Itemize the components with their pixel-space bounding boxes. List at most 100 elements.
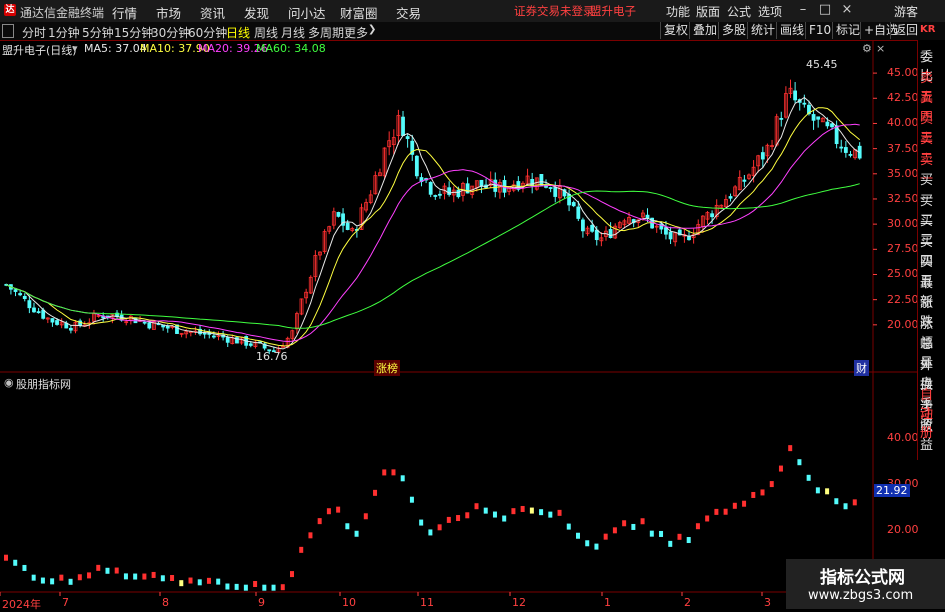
tool-mark[interactable]: 标记	[832, 22, 863, 39]
indicator-block	[843, 503, 848, 510]
toggle-panel-icon[interactable]	[2, 24, 14, 38]
candle-body	[401, 116, 405, 136]
indicator-block	[548, 511, 553, 518]
candle-body	[710, 213, 714, 218]
menu-quotes[interactable]: 行情	[112, 3, 137, 22]
chart-close-icon[interactable]: ×	[876, 42, 885, 55]
indicator-block	[825, 488, 830, 495]
menu-wealth[interactable]: 财富圈	[340, 3, 378, 22]
indicator-block	[456, 515, 461, 522]
indicator-block	[852, 499, 857, 506]
xaxis-tick-label: 2024年	[2, 598, 41, 611]
menu-ask[interactable]: 问小达	[288, 3, 326, 22]
candle-body	[27, 300, 32, 309]
menu-news[interactable]: 资讯	[200, 3, 225, 22]
tool-adjust[interactable]: 复权	[660, 22, 691, 39]
current-value-label: 21.92	[874, 484, 910, 497]
tool-overlay[interactable]: 叠加	[689, 22, 720, 39]
menu-trade[interactable]: 交易	[396, 3, 421, 22]
period-daily[interactable]: 日线	[226, 24, 250, 41]
kline-chart[interactable]	[0, 40, 945, 609]
login-notice[interactable]: 证券交易未登录	[514, 3, 595, 19]
ma-line	[6, 107, 861, 347]
more-chevron-icon[interactable]: ❯	[368, 24, 376, 35]
main-ytick-label: 42.50	[887, 91, 919, 105]
tool-draw[interactable]: 画线	[776, 22, 807, 39]
main-ytick-label: 35.00	[887, 166, 919, 180]
indicator-block	[345, 523, 350, 530]
period-multi[interactable]: 多周期	[308, 24, 344, 41]
indicator-block	[677, 533, 682, 540]
indicator-block	[253, 581, 258, 588]
indicator-block	[760, 489, 765, 496]
ma-line	[6, 123, 860, 343]
candle-body	[493, 179, 498, 192]
tool-back[interactable]: 返回	[890, 22, 921, 39]
indicator-block	[797, 459, 802, 466]
candle-body	[608, 229, 613, 238]
indicator-block	[96, 564, 101, 571]
close-icon[interactable]: ×	[838, 2, 856, 18]
candle-body	[32, 307, 36, 313]
period-15min[interactable]: 15分钟	[114, 24, 153, 41]
watermark: 指标公式网 www.zbgs3.com	[786, 559, 945, 609]
candle-body	[687, 235, 691, 241]
menu-formula[interactable]: 公式	[727, 3, 751, 20]
period-1min[interactable]: 1分钟	[48, 24, 80, 41]
indicator-block	[290, 571, 294, 578]
tool-f10[interactable]: F10	[805, 22, 834, 39]
period-weekly[interactable]: 周线	[254, 24, 278, 41]
maximize-icon[interactable]: □	[816, 2, 834, 18]
indicator-block	[197, 579, 202, 586]
indicator-block	[234, 583, 239, 590]
sub-chart-title: 股朋指标网	[16, 378, 71, 391]
tool-multi[interactable]: 多股	[718, 22, 749, 39]
sub-legend-icon[interactable]: ◉	[4, 376, 14, 389]
indicator-block	[622, 520, 627, 527]
minimize-icon[interactable]: –	[794, 2, 812, 18]
menu-options[interactable]: 选项	[758, 3, 782, 20]
indicator-block	[409, 496, 414, 503]
xaxis-tick-label: 2	[684, 596, 691, 609]
candle-body	[645, 214, 650, 219]
indicator-block	[50, 578, 55, 585]
period-intraday[interactable]: 分时	[22, 24, 46, 41]
candle-body	[516, 181, 521, 190]
rank-badge[interactable]: 涨榜	[374, 360, 400, 376]
candle-body	[553, 187, 558, 197]
menu-function[interactable]: 功能	[666, 3, 690, 20]
indicator-block	[695, 523, 700, 530]
period-60min[interactable]: 60分钟	[188, 24, 227, 41]
period-monthly[interactable]: 月线	[281, 24, 305, 41]
period-more[interactable]: 更多	[344, 24, 368, 41]
menu-discover[interactable]: 发现	[244, 3, 269, 22]
candle-body	[225, 337, 230, 343]
candle-body	[68, 327, 73, 331]
menu-market[interactable]: 市场	[156, 3, 181, 22]
settings-gear-icon[interactable]: ⚙	[862, 42, 872, 55]
indicator-block	[529, 507, 534, 514]
sub-ytick-label: 40.00	[887, 430, 919, 444]
indicator-block	[778, 465, 783, 472]
legend-toggle-icon[interactable]: ▾	[72, 42, 78, 55]
menu-layout[interactable]: 版面	[696, 3, 720, 20]
candle-body	[581, 219, 585, 232]
period-5min[interactable]: 5分钟	[82, 24, 114, 41]
low-price-label: 16.76	[256, 350, 288, 363]
main-ytick-label: 40.00	[887, 116, 919, 130]
panel-bottom-item[interactable]: 注册	[920, 403, 945, 441]
finance-badge[interactable]: 财	[854, 360, 869, 376]
indicator-block	[640, 518, 645, 525]
period-30min[interactable]: 30分钟	[151, 24, 190, 41]
indicator-block	[428, 529, 433, 536]
candle-body	[848, 154, 853, 156]
candle-body	[433, 195, 438, 197]
tool-stats[interactable]: 统计	[747, 22, 778, 39]
indicator-block	[474, 503, 479, 510]
main-ytick-label: 25.00	[887, 267, 919, 281]
candle-body	[248, 343, 253, 346]
user-label[interactable]: 游客	[894, 3, 918, 20]
indicator-block	[225, 583, 230, 590]
kr-icon[interactable]: KR	[920, 24, 935, 35]
indicator-block	[142, 573, 147, 580]
